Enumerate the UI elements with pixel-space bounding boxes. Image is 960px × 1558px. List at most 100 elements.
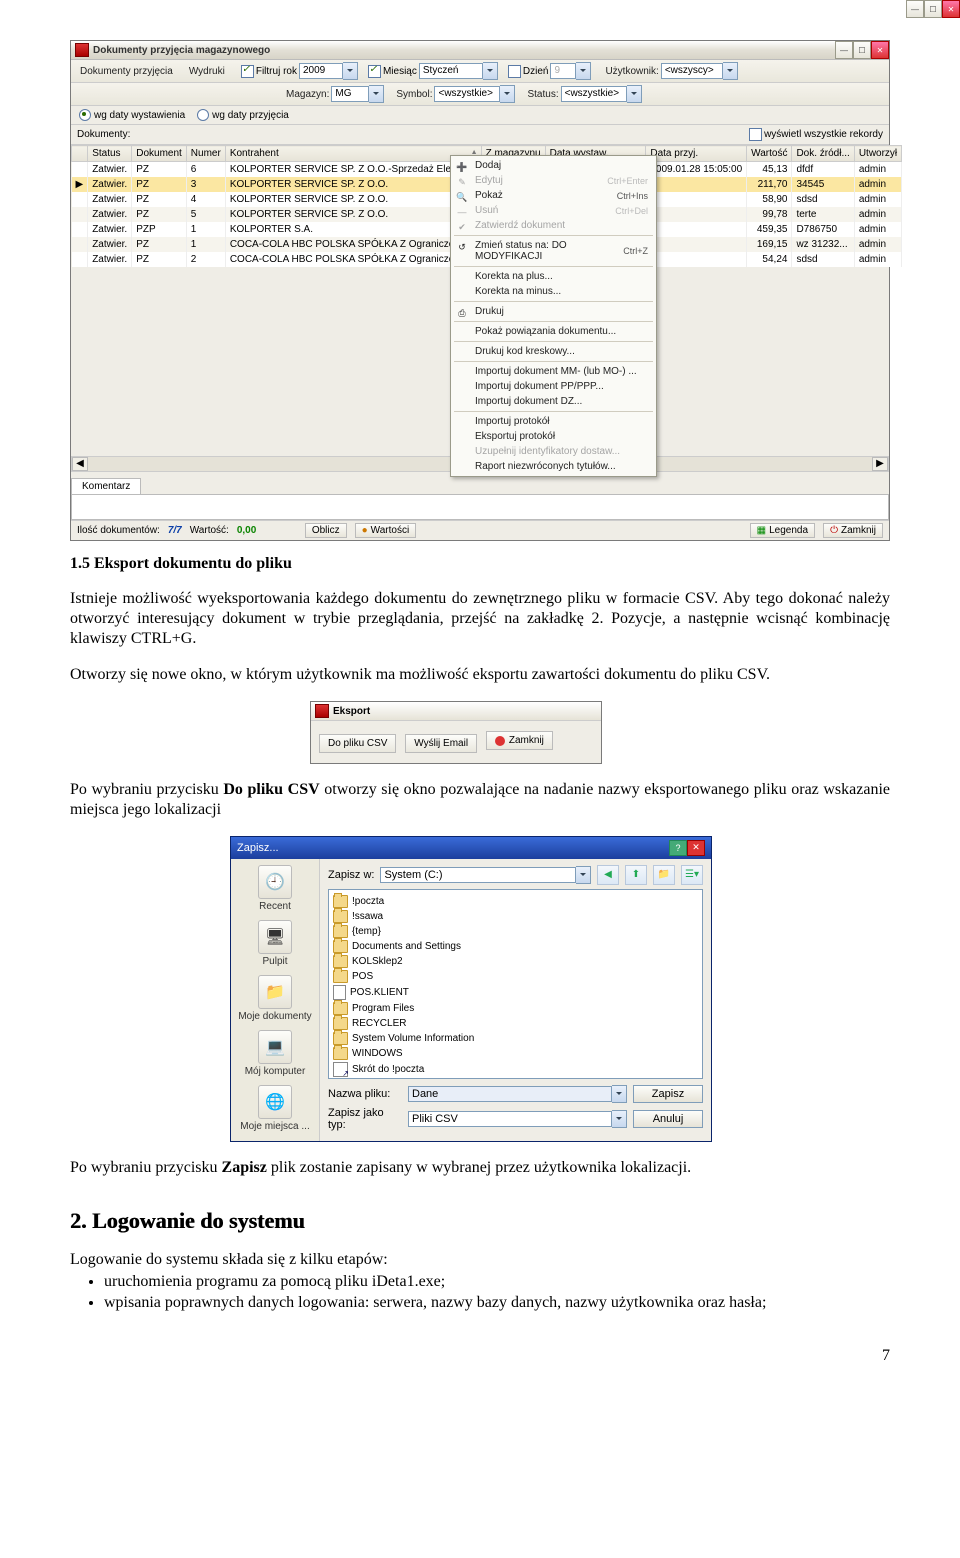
paragraph-3: Po wybraniu przycisku Zapisz plik zostan…	[70, 1158, 890, 1178]
col-dok-r-d-[interactable]: Dok. źródł...	[792, 146, 854, 162]
col-utworzy-[interactable]: Utworzył	[854, 146, 901, 162]
titlebar[interactable]: Dokumenty przyjęcia magazynowego — ☐	[71, 41, 889, 60]
export-maximize-button[interactable]: ☐	[924, 0, 942, 18]
menu-item[interactable]: Importuj dokument PP/PPP...	[451, 379, 656, 394]
file-item[interactable]: RECYCLER	[333, 1016, 698, 1031]
context-menu[interactable]: ➕Dodaj✎EdytujCtrl+Enter🔍PokażCtrl+Ins—Us…	[450, 155, 657, 477]
file-item[interactable]: {temp}	[333, 924, 698, 939]
combo-magazyn[interactable]: MG	[331, 85, 384, 103]
nav-newfolder-icon[interactable]: 📁	[653, 865, 675, 885]
export-titlebar[interactable]: Eksport — ☐	[311, 702, 601, 721]
menu-item: Uzupełnij identyfikatory dostaw...	[451, 444, 656, 459]
file-item[interactable]: WINDOWS	[333, 1046, 698, 1061]
button-export-zamknij[interactable]: Zamknij	[486, 731, 553, 750]
menu-item[interactable]: Eksportuj protokół	[451, 429, 656, 444]
places-item[interactable]: 📁Moje dokumenty	[238, 975, 311, 1022]
places-item[interactable]: 🕘Recent	[258, 865, 292, 912]
save-close-button[interactable]: ✕	[687, 840, 705, 856]
combo-rok[interactable]: 2009	[299, 62, 358, 80]
file-item[interactable]: Program Files	[333, 1001, 698, 1016]
places-item[interactable]: 🖥Pulpit	[258, 920, 292, 967]
file-item[interactable]: !ssawa	[333, 909, 698, 924]
save-help-button[interactable]: ?	[669, 840, 687, 856]
menu-dokumenty[interactable]: Dokumenty przyjęcia	[74, 64, 179, 79]
menu-item[interactable]: 🔍PokażCtrl+Ins	[451, 188, 656, 203]
places-item[interactable]: 💻Mój komputer	[245, 1030, 306, 1077]
bullet-list: uruchomienia programu za pomocą pliku iD…	[104, 1272, 890, 1313]
nav-back-icon[interactable]: ◀	[597, 865, 619, 885]
file-item[interactable]: POS.KLIENT	[333, 984, 698, 1001]
col-kontrahent[interactable]: Kontrahent	[225, 146, 481, 162]
checkbox-filtruj-rok[interactable]: Filtruj rok	[241, 65, 297, 78]
button-anuluj[interactable]: Anuluj	[633, 1110, 703, 1128]
menu-item[interactable]: Korekta na plus...	[451, 269, 656, 284]
menu-item[interactable]: Korekta na minus...	[451, 284, 656, 299]
menu-item[interactable]: Drukuj kod kreskowy...	[451, 344, 656, 359]
menu-item[interactable]: ⎙Drukuj	[451, 304, 656, 319]
minimize-button[interactable]: —	[835, 41, 853, 59]
button-wyslij-email[interactable]: Wyślij Email	[405, 734, 477, 753]
button-zapisz[interactable]: Zapisz	[633, 1085, 703, 1103]
menu-item[interactable]: Pokaż powiązania dokumentu...	[451, 324, 656, 339]
combo-typ-pliku[interactable]: Pliki CSV	[408, 1110, 627, 1128]
file-item[interactable]: Documents and Settings	[333, 939, 698, 954]
heading-1-5: 1.5 Eksport dokumentu do pliku	[70, 555, 890, 573]
folder-icon	[333, 895, 348, 908]
combo-uzytkownik[interactable]: <wszyscy>	[661, 62, 738, 80]
file-item[interactable]: POS	[333, 969, 698, 984]
col-numer[interactable]: Numer	[186, 146, 225, 162]
combo-symbol[interactable]: <wszystkie>	[434, 85, 515, 103]
save-titlebar[interactable]: Zapisz... ? ✕	[231, 837, 711, 859]
combo-dzien[interactable]: 9	[550, 62, 591, 80]
export-close-button[interactable]	[942, 0, 960, 18]
window-title: Dokumenty przyjęcia magazynowego	[93, 45, 270, 56]
export-minimize-button[interactable]: —	[906, 0, 924, 18]
combo-zapisz-w[interactable]: System (C:)	[380, 866, 591, 884]
col-warto-[interactable]: Wartość	[747, 146, 792, 162]
menu-item[interactable]: Raport niezwróconych tytułów...	[451, 459, 656, 474]
button-legenda[interactable]: ▦Legenda	[750, 523, 815, 538]
menu-item[interactable]: ➕Dodaj	[451, 158, 656, 173]
combo-miesiac[interactable]: Styczeń	[419, 62, 498, 80]
col-mark[interactable]	[72, 146, 88, 162]
button-do-pliku-csv[interactable]: Do pliku CSV	[319, 734, 396, 753]
button-zamknij[interactable]: ⏻Zamknij	[823, 523, 883, 538]
places-item[interactable]: 🌐Moje miejsca ...	[240, 1085, 309, 1132]
col-status[interactable]: Status	[88, 146, 132, 162]
paragraph-2: Po wybraniu przycisku Do pliku CSV otwor…	[70, 780, 890, 820]
file-item[interactable]: KOLSklep2	[333, 954, 698, 969]
label-typ: Zapisz jako typ:	[328, 1107, 402, 1131]
checkbox-miesiac[interactable]: Miesiąc	[368, 65, 417, 78]
folder-icon	[333, 955, 348, 968]
comment-textarea[interactable]	[71, 494, 889, 520]
col-data-przyj-[interactable]: Data przyj.	[646, 146, 747, 162]
label-uzytkownik: Użytkownik:	[605, 66, 658, 77]
grid-header-bar: Dokumenty: wyświetl wszystkie rekordy	[71, 125, 889, 145]
col-dokument[interactable]: Dokument	[132, 146, 187, 162]
menu-item[interactable]: Importuj dokument MM- (lub MO-) ...	[451, 364, 656, 379]
checkbox-show-all[interactable]: wyświetl wszystkie rekordy	[749, 128, 883, 141]
nav-up-icon[interactable]: ⬆	[625, 865, 647, 885]
nav-views-icon[interactable]: ☰▾	[681, 865, 703, 885]
tab-komentarz[interactable]: Komentarz	[71, 478, 141, 494]
menu-item[interactable]: ↺Zmień status na: DO MODYFIKACJICtrl+Z	[451, 238, 656, 264]
menu-wydruki[interactable]: Wydruki	[183, 64, 231, 79]
bullet-item: wpisania poprawnych danych logowania: se…	[104, 1293, 890, 1313]
file-item[interactable]: Skrót do !poczta	[333, 1061, 698, 1078]
radio-wg-przyjecia[interactable]: wg daty przyjęcia	[197, 109, 289, 121]
menu-item[interactable]: Importuj dokument DZ...	[451, 394, 656, 409]
button-oblicz[interactable]: Oblicz	[305, 523, 347, 538]
file-item[interactable]: System Volume Information	[333, 1031, 698, 1046]
file-list[interactable]: !poczta!ssawa{temp}Documents and Setting…	[328, 889, 703, 1079]
file-item[interactable]: !poczta	[333, 894, 698, 909]
maximize-button[interactable]: ☐	[853, 41, 871, 59]
close-button[interactable]	[871, 41, 889, 59]
save-dialog: Zapisz... ? ✕ 🕘Recent 🖥Pulpit 📁Moje dokume…	[230, 836, 712, 1142]
save-title: Zapisz...	[237, 842, 279, 854]
checkbox-dzien[interactable]: Dzień	[508, 65, 549, 78]
button-wartosci[interactable]: ●Wartości	[355, 523, 417, 538]
combo-status[interactable]: <wszystkie>	[561, 85, 642, 103]
radio-wg-wystawienia[interactable]: wg daty wystawienia	[79, 109, 185, 121]
input-nazwa-pliku[interactable]: Dane	[408, 1085, 627, 1103]
menu-item[interactable]: Importuj protokół	[451, 414, 656, 429]
